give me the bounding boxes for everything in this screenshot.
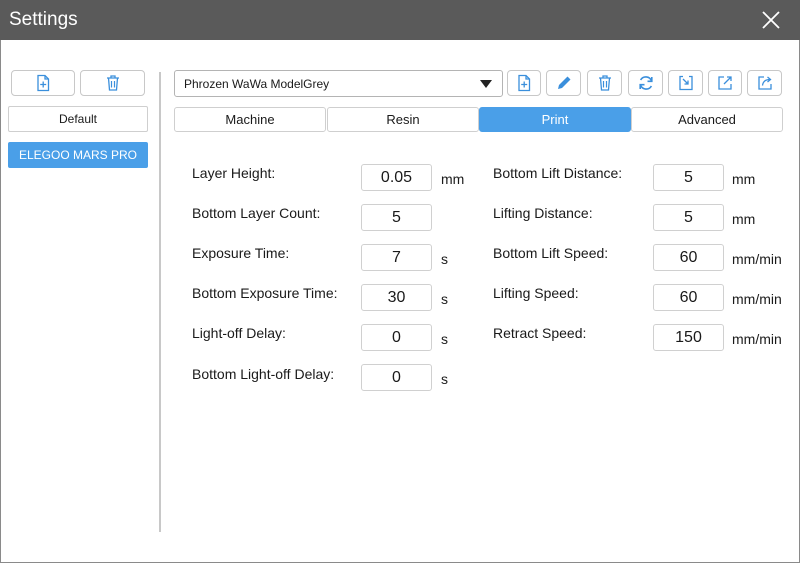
tab-resin[interactable]: Resin (327, 107, 479, 132)
lifting-distance-label: Lifting Distance: (493, 205, 593, 221)
light-off-delay-input[interactable]: 0 (361, 324, 432, 351)
bottom-lift-speed-label: Bottom Lift Speed: (493, 245, 609, 261)
layer-height-label: Layer Height: (192, 165, 276, 181)
bottom-exposure-time-label: Bottom Exposure Time: (192, 285, 338, 301)
bottom-lift-speed-input[interactable]: 60 (653, 244, 724, 271)
bottom-light-off-delay-input[interactable]: 0 (361, 364, 432, 391)
delete-printer-button[interactable] (80, 70, 145, 96)
add-profile-button[interactable] (507, 70, 541, 96)
bottom-exposure-time-unit: s (441, 291, 448, 307)
exposure-time-unit: s (441, 251, 448, 267)
lifting-distance-input[interactable]: 5 (653, 204, 724, 231)
pencil-icon (557, 76, 570, 89)
lifting-speed-label: Lifting Speed: (493, 285, 579, 301)
bottom-lift-speed-unit: mm/min (732, 251, 782, 267)
share-profile-button[interactable] (747, 70, 782, 96)
exposure-time-label: Exposure Time: (192, 245, 290, 261)
retract-speed-unit: mm/min (732, 331, 782, 347)
add-file-icon (518, 74, 531, 92)
tab-machine[interactable]: Machine (174, 107, 326, 132)
trash-icon (598, 75, 611, 91)
sidebar-item-default[interactable]: Default (8, 106, 148, 132)
tab-print[interactable]: Print (479, 107, 631, 132)
import-profile-button[interactable] (668, 70, 703, 96)
bottom-lift-distance-label: Bottom Lift Distance: (493, 165, 623, 181)
retract-speed-input[interactable]: 150 (653, 324, 724, 351)
add-printer-button[interactable] (11, 70, 75, 96)
delete-profile-button[interactable] (587, 70, 622, 96)
title-bar: Settings (0, 0, 800, 40)
layer-height-input[interactable]: 0.05 (361, 164, 432, 191)
bottom-layer-count-input[interactable]: 5 (361, 204, 432, 231)
bottom-lift-distance-unit: mm (732, 171, 756, 187)
lifting-distance-unit: mm (732, 211, 756, 227)
retract-speed-label: Retract Speed: (493, 325, 587, 341)
light-off-delay-unit: s (441, 331, 448, 347)
caret-down-icon (480, 80, 492, 88)
edit-profile-button[interactable] (546, 70, 581, 96)
tab-label: Advanced (678, 112, 736, 127)
exposure-time-input[interactable]: 7 (361, 244, 432, 271)
tab-label: Resin (386, 112, 420, 127)
lifting-speed-input[interactable]: 60 (653, 284, 724, 311)
lifting-speed-unit: mm/min (732, 291, 782, 307)
bottom-light-off-delay-label: Bottom Light-off Delay: (192, 366, 335, 382)
add-file-icon (37, 74, 50, 92)
bottom-light-off-delay-unit: s (441, 371, 448, 387)
refresh-icon (638, 76, 653, 90)
tab-advanced[interactable]: Advanced (631, 107, 783, 132)
close-button[interactable] (760, 9, 782, 31)
trash-icon (106, 75, 119, 91)
profile-select[interactable]: Phrozen WaWa ModelGrey (174, 70, 503, 97)
profile-select-value: Phrozen WaWa ModelGrey (184, 76, 330, 91)
tab-label: Print (541, 112, 569, 127)
close-icon (762, 11, 780, 29)
layer-height-unit: mm (441, 171, 465, 187)
sidebar-item-elegoo-mars-pro[interactable]: ELEGOO MARS PRO (8, 142, 148, 168)
sidebar-item-label: ELEGOO MARS PRO (18, 148, 138, 162)
share-icon (757, 76, 772, 90)
refresh-profile-button[interactable] (628, 70, 663, 96)
import-icon (678, 75, 693, 91)
panel-divider (159, 72, 161, 532)
tab-label: Machine (225, 112, 275, 127)
bottom-exposure-time-input[interactable]: 30 (361, 284, 432, 311)
bottom-lift-distance-input[interactable]: 5 (653, 164, 724, 191)
window-title: Settings (9, 9, 78, 30)
light-off-delay-label: Light-off Delay: (192, 325, 286, 341)
export-icon (718, 76, 732, 90)
bottom-layer-count-label: Bottom Layer Count: (192, 205, 321, 221)
export-profile-button[interactable] (708, 70, 742, 96)
sidebar-item-label: Default (58, 112, 98, 126)
